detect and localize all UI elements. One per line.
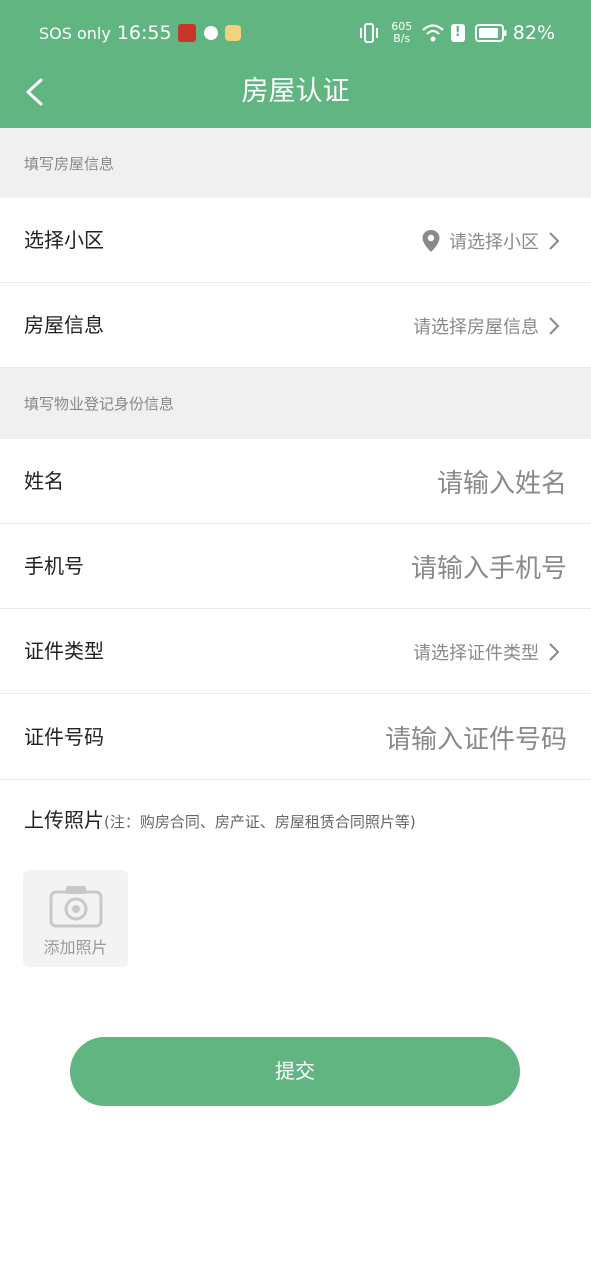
battery-percent: 82% — [512, 22, 555, 44]
community-placeholder: 请选择小区 — [449, 231, 539, 253]
status-bar-left: SOS only 16:55 — [39, 20, 241, 46]
clock-text: 16:55 — [116, 22, 172, 44]
section-header-house: 填写房屋信息 — [0, 128, 591, 198]
id-number-row: 证件号码 请输入证件号码 — [0, 695, 591, 780]
upload-title: 上传照片(注：购房合同、房产证、房屋租赁合同照片等) — [24, 804, 416, 833]
net-speed-unit: B/s — [393, 32, 411, 45]
community-select-row[interactable]: 选择小区 请选择小区 — [0, 198, 591, 283]
alert-icon: ! — [450, 24, 465, 42]
battery-icon — [474, 24, 507, 42]
upload-note: (注：购房合同、房产证、房屋租赁合同照片等) — [104, 813, 416, 831]
house-info-placeholder: 请选择房屋信息 — [413, 316, 539, 338]
add-photo-label: 添加照片 — [43, 938, 108, 957]
chevron-right-icon — [549, 232, 560, 250]
name-row: 姓名 请输入姓名 — [0, 439, 591, 524]
wifi-icon — [422, 24, 444, 42]
phone-row: 手机号 请输入手机号 — [0, 524, 591, 609]
phone-label: 手机号 — [24, 554, 84, 578]
name-input[interactable]: 请输入姓名 — [437, 439, 567, 524]
id-type-placeholder: 请选择证件类型 — [413, 642, 539, 664]
id-number-input[interactable]: 请输入证件号码 — [385, 695, 567, 780]
submit-button[interactable]: 提交 — [70, 1037, 520, 1106]
id-type-label: 证件类型 — [24, 639, 104, 663]
vibrate-icon — [359, 23, 378, 43]
chevron-right-icon — [549, 643, 560, 661]
add-photo-button[interactable]: 添加照片 — [23, 870, 128, 967]
house-info-label: 房屋信息 — [24, 313, 104, 337]
upload-title-text: 上传照片 — [24, 808, 104, 832]
community-value: 请选择小区 — [421, 198, 539, 283]
id-type-select-row[interactable]: 证件类型 请选择证件类型 — [0, 609, 591, 694]
status-bar: SOS only 16:55 605 B/s ! 82% — [0, 0, 591, 64]
app-red-icon — [177, 24, 196, 42]
page-title: 房屋认证 — [241, 76, 350, 107]
app-header: SOS only 16:55 605 B/s ! 82% 房屋认证 — [0, 0, 591, 128]
location-pin-icon — [422, 229, 440, 252]
community-label: 选择小区 — [24, 228, 104, 252]
carrier-text: SOS only — [39, 23, 111, 43]
status-bar-right: 605 B/s ! 82% — [359, 18, 555, 48]
camera-icon — [49, 886, 103, 928]
shield-x-icon — [203, 26, 218, 40]
id-number-label: 证件号码 — [24, 725, 104, 749]
chevron-right-icon — [549, 317, 560, 335]
phone-input[interactable]: 请输入手机号 — [411, 524, 567, 609]
section-header-identity: 填写物业登记身份信息 — [0, 368, 591, 439]
house-info-select-row[interactable]: 房屋信息 请选择房屋信息 — [0, 283, 591, 368]
name-label: 姓名 — [24, 469, 64, 493]
bird-icon — [224, 25, 241, 41]
net-speed: 605 B/s — [389, 21, 415, 45]
